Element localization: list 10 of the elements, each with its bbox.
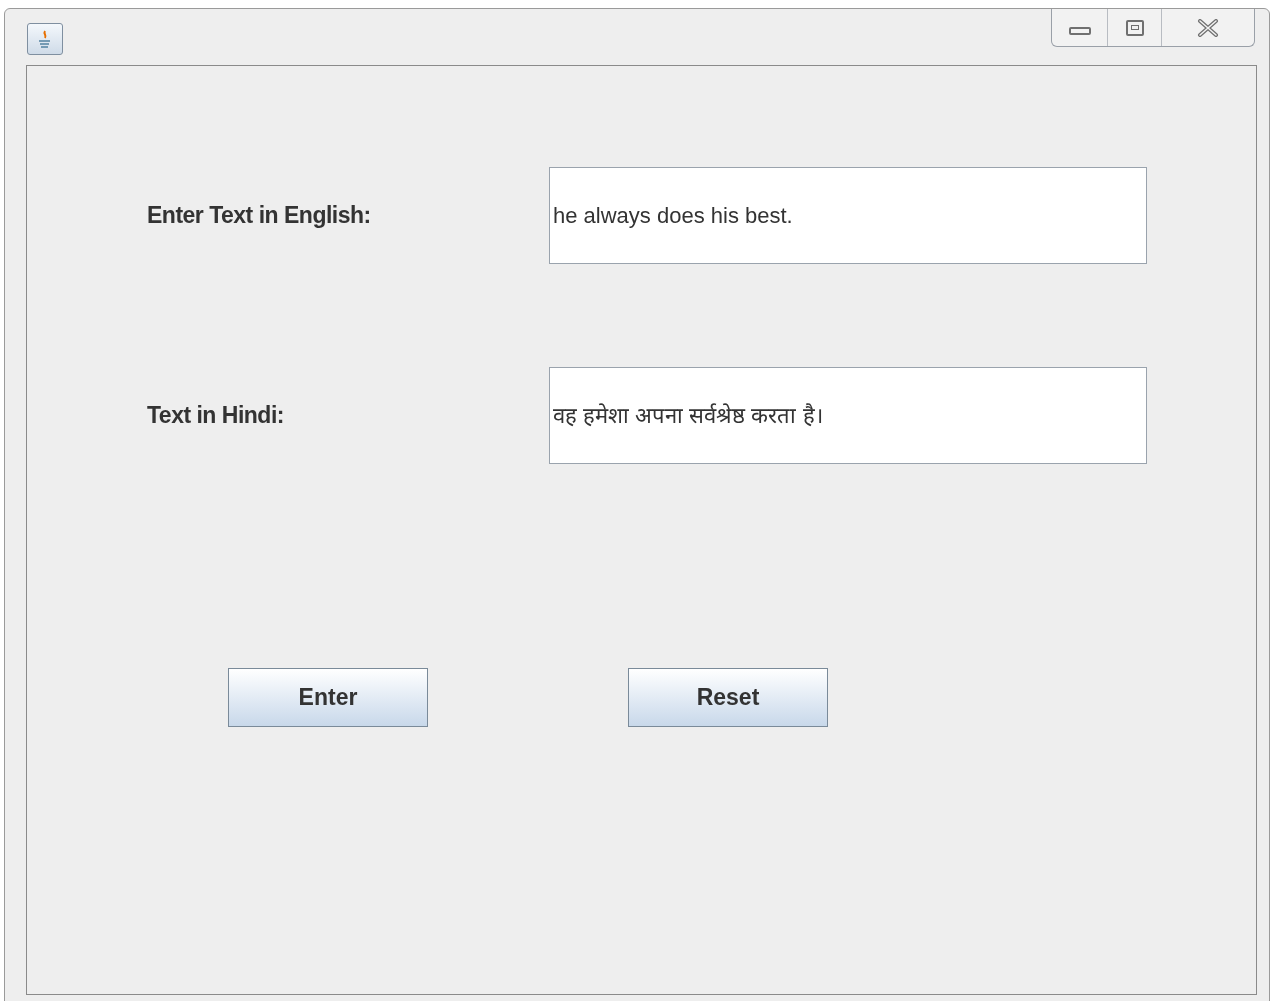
close-icon [1197, 18, 1219, 37]
field-label: Enter Text in English: [147, 201, 372, 231]
app-icon [27, 23, 63, 55]
text-field[interactable]: he always does his best. [549, 167, 1147, 264]
action-button[interactable]: Reset [628, 668, 828, 727]
text-field[interactable]: वह हमेशा अपना सर्वश्रेष्ठ करता है। [549, 367, 1147, 464]
field-label: Text in Hindi: [147, 401, 285, 431]
minimize-icon [1068, 26, 1091, 35]
action-button[interactable]: Enter [228, 668, 428, 727]
maximize-icon [1125, 19, 1144, 36]
